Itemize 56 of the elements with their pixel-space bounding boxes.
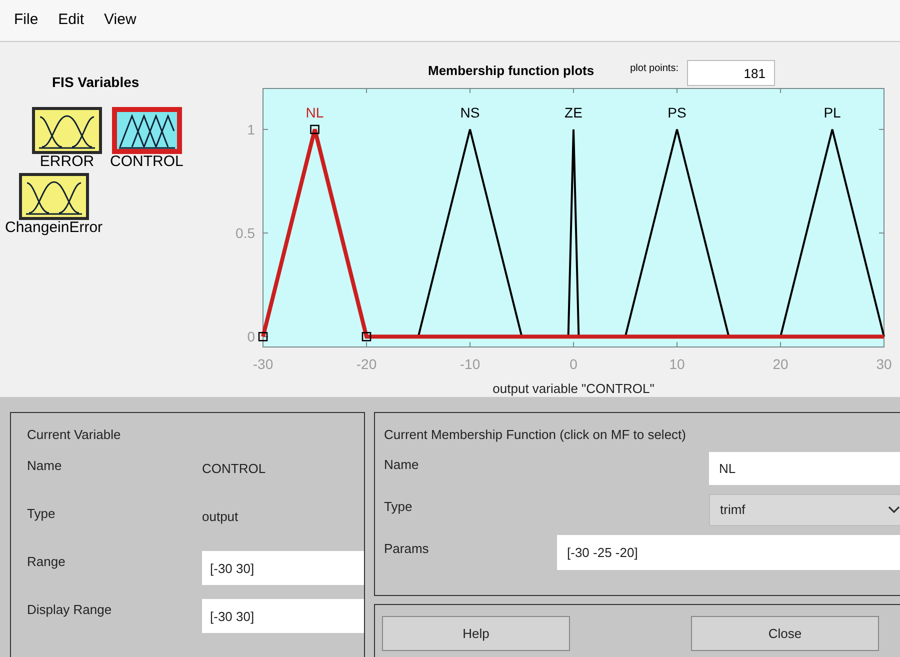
variable-label: ChangeinError	[5, 219, 103, 237]
x-axis-label: output variable "CONTROL"	[492, 381, 654, 396]
membership-line[interactable]	[567, 128, 580, 337]
menu-item[interactable]: View	[104, 9, 136, 32]
dropdown[interactable]: trimf	[709, 494, 900, 526]
membership-line[interactable]	[624, 128, 730, 337]
field-label: Type	[384, 498, 414, 516]
mf-label: PL	[824, 104, 841, 120]
y-tick-label: 0.5	[236, 225, 255, 242]
handle-icon[interactable]	[258, 332, 268, 342]
field-value: CONTROL	[202, 460, 266, 478]
x-tick-label: -10	[460, 356, 480, 372]
y-tick-label: 0	[247, 328, 255, 345]
x-tick-label: 20	[772, 356, 788, 372]
field-value: output	[202, 508, 238, 526]
mf-label: ZE	[564, 104, 582, 120]
x-tick-label: 10	[669, 356, 685, 372]
field-label: Type	[27, 505, 56, 524]
variable-label: CONTROL	[110, 153, 184, 171]
handle-icon[interactable]	[310, 124, 320, 134]
variable-icon[interactable]	[112, 107, 182, 154]
membership-line[interactable]	[417, 128, 523, 337]
membership-line[interactable]	[261, 127, 884, 339]
mf-label: NS	[460, 104, 480, 120]
input-field[interactable]: [-30 -25 -20]	[557, 534, 900, 570]
dialog-button[interactable]: Close	[691, 616, 879, 651]
section-title: FIS Variables	[52, 73, 140, 92]
field-label: Name	[384, 456, 420, 474]
menu-item[interactable]: File	[14, 9, 38, 32]
input-field[interactable]: [-30 30]	[202, 551, 364, 585]
menu-item[interactable]: Edit	[58, 9, 84, 32]
variable-label: ERROR	[40, 153, 94, 171]
mf-label: NL	[306, 104, 324, 120]
variable-icon[interactable]	[32, 107, 102, 154]
x-tick-label: -30	[252, 356, 274, 372]
panel-title: Current Membership Function (click on MF to select)	[384, 426, 686, 444]
x-tick-label: 0	[570, 356, 578, 372]
handle-icon[interactable]	[362, 332, 372, 342]
mf-label: PS	[668, 104, 686, 120]
input-field[interactable]: NL	[709, 452, 900, 484]
variable-icon[interactable]	[18, 173, 89, 220]
field-label: Params	[384, 540, 430, 558]
y-tick-label: 1	[247, 121, 255, 138]
x-tick-label: -20	[356, 356, 377, 372]
input-field[interactable]: [-30 30]	[202, 599, 364, 633]
plot-title: Membership function plots	[428, 62, 594, 80]
panel-title: Current Variable	[27, 426, 121, 444]
chevron-icon	[888, 506, 900, 514]
plot-points-field[interactable]: 181	[686, 60, 774, 86]
plot-points-label: plot points:	[630, 62, 678, 76]
field-label: Name	[27, 457, 63, 476]
field-label: Range	[27, 553, 66, 572]
dialog-button[interactable]: Help	[382, 616, 570, 651]
membership-line[interactable]	[780, 128, 885, 337]
field-label: Display Range	[27, 601, 113, 620]
x-tick-label: 30	[876, 356, 892, 372]
